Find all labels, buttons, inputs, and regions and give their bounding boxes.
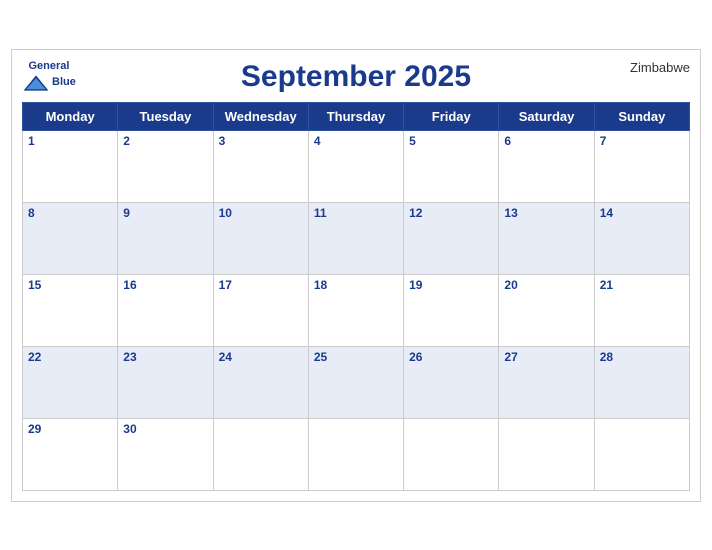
calendar-week-row: 22 23 24 25 26 27 28	[23, 346, 690, 418]
calendar-cell	[213, 418, 308, 490]
calendar-cell: 18	[308, 274, 403, 346]
calendar-cell: 25	[308, 346, 403, 418]
day-number: 24	[219, 350, 303, 364]
calendar-cell: 7	[594, 130, 689, 202]
calendar-cell: 6	[499, 130, 594, 202]
logo-area: General Blue	[22, 60, 76, 92]
calendar-table: Monday Tuesday Wednesday Thursday Friday…	[22, 102, 690, 491]
day-number: 4	[314, 134, 398, 148]
header-wednesday: Wednesday	[213, 102, 308, 130]
day-number: 18	[314, 278, 398, 292]
calendar-week-row: 29 30	[23, 418, 690, 490]
calendar-header: General Blue September 2025 Zimbabwe	[22, 60, 690, 94]
calendar-cell: 24	[213, 346, 308, 418]
day-number: 13	[504, 206, 588, 220]
calendar-cell: 3	[213, 130, 308, 202]
day-number: 7	[600, 134, 684, 148]
calendar-week-row: 1234567	[23, 130, 690, 202]
day-number: 5	[409, 134, 493, 148]
day-number: 16	[123, 278, 207, 292]
day-number: 9	[123, 206, 207, 220]
calendar-cell: 20	[499, 274, 594, 346]
calendar-cell: 21	[594, 274, 689, 346]
page-title: September 2025	[241, 60, 471, 94]
logo-general: General	[28, 60, 69, 72]
logo-icon	[22, 74, 50, 92]
day-number: 30	[123, 422, 207, 436]
day-number: 20	[504, 278, 588, 292]
calendar-cell: 17	[213, 274, 308, 346]
calendar-cell	[499, 418, 594, 490]
calendar-cell: 22	[23, 346, 118, 418]
calendar-week-row: 15 16 17 18 19 20 21	[23, 274, 690, 346]
day-number: 3	[219, 134, 303, 148]
day-number: 19	[409, 278, 493, 292]
day-number: 28	[600, 350, 684, 364]
calendar-cell: 1	[23, 130, 118, 202]
calendar-cell: 27	[499, 346, 594, 418]
calendar-cell: 4	[308, 130, 403, 202]
day-number: 26	[409, 350, 493, 364]
day-number: 10	[219, 206, 303, 220]
header-saturday: Saturday	[499, 102, 594, 130]
day-number: 29	[28, 422, 112, 436]
day-number: 23	[123, 350, 207, 364]
day-number: 17	[219, 278, 303, 292]
calendar-cell: 14	[594, 202, 689, 274]
calendar-cell	[308, 418, 403, 490]
day-number: 11	[314, 206, 398, 220]
day-number: 15	[28, 278, 112, 292]
calendar-week-row: 89 10 11 12 13 14	[23, 202, 690, 274]
country-label: Zimbabwe	[630, 60, 690, 75]
calendar-cell: 5	[404, 130, 499, 202]
calendar-cell: 2	[118, 130, 213, 202]
day-number: 12	[409, 206, 493, 220]
calendar-cell: 8	[23, 202, 118, 274]
calendar-cell: 12	[404, 202, 499, 274]
day-number: 21	[600, 278, 684, 292]
day-number: 1	[28, 134, 112, 148]
calendar-container: General Blue September 2025 Zimbabwe Mon…	[11, 49, 701, 502]
day-number: 6	[504, 134, 588, 148]
day-number: 8	[28, 206, 112, 220]
calendar-cell: 26	[404, 346, 499, 418]
calendar-cell: 16	[118, 274, 213, 346]
header-friday: Friday	[404, 102, 499, 130]
day-number: 2	[123, 134, 207, 148]
day-number: 25	[314, 350, 398, 364]
calendar-cell: 30	[118, 418, 213, 490]
weekday-header-row: Monday Tuesday Wednesday Thursday Friday…	[23, 102, 690, 130]
calendar-cell: 9	[118, 202, 213, 274]
logo-blue: Blue	[52, 76, 76, 88]
calendar-cell: 28	[594, 346, 689, 418]
calendar-cell	[594, 418, 689, 490]
calendar-cell: 13	[499, 202, 594, 274]
calendar-cell: 11	[308, 202, 403, 274]
header-monday: Monday	[23, 102, 118, 130]
day-number: 27	[504, 350, 588, 364]
header-sunday: Sunday	[594, 102, 689, 130]
header-tuesday: Tuesday	[118, 102, 213, 130]
day-number: 14	[600, 206, 684, 220]
header-thursday: Thursday	[308, 102, 403, 130]
day-number: 22	[28, 350, 112, 364]
calendar-cell: 10	[213, 202, 308, 274]
calendar-cell: 29	[23, 418, 118, 490]
calendar-cell: 19	[404, 274, 499, 346]
calendar-cell: 15	[23, 274, 118, 346]
calendar-cell: 23	[118, 346, 213, 418]
calendar-cell	[404, 418, 499, 490]
